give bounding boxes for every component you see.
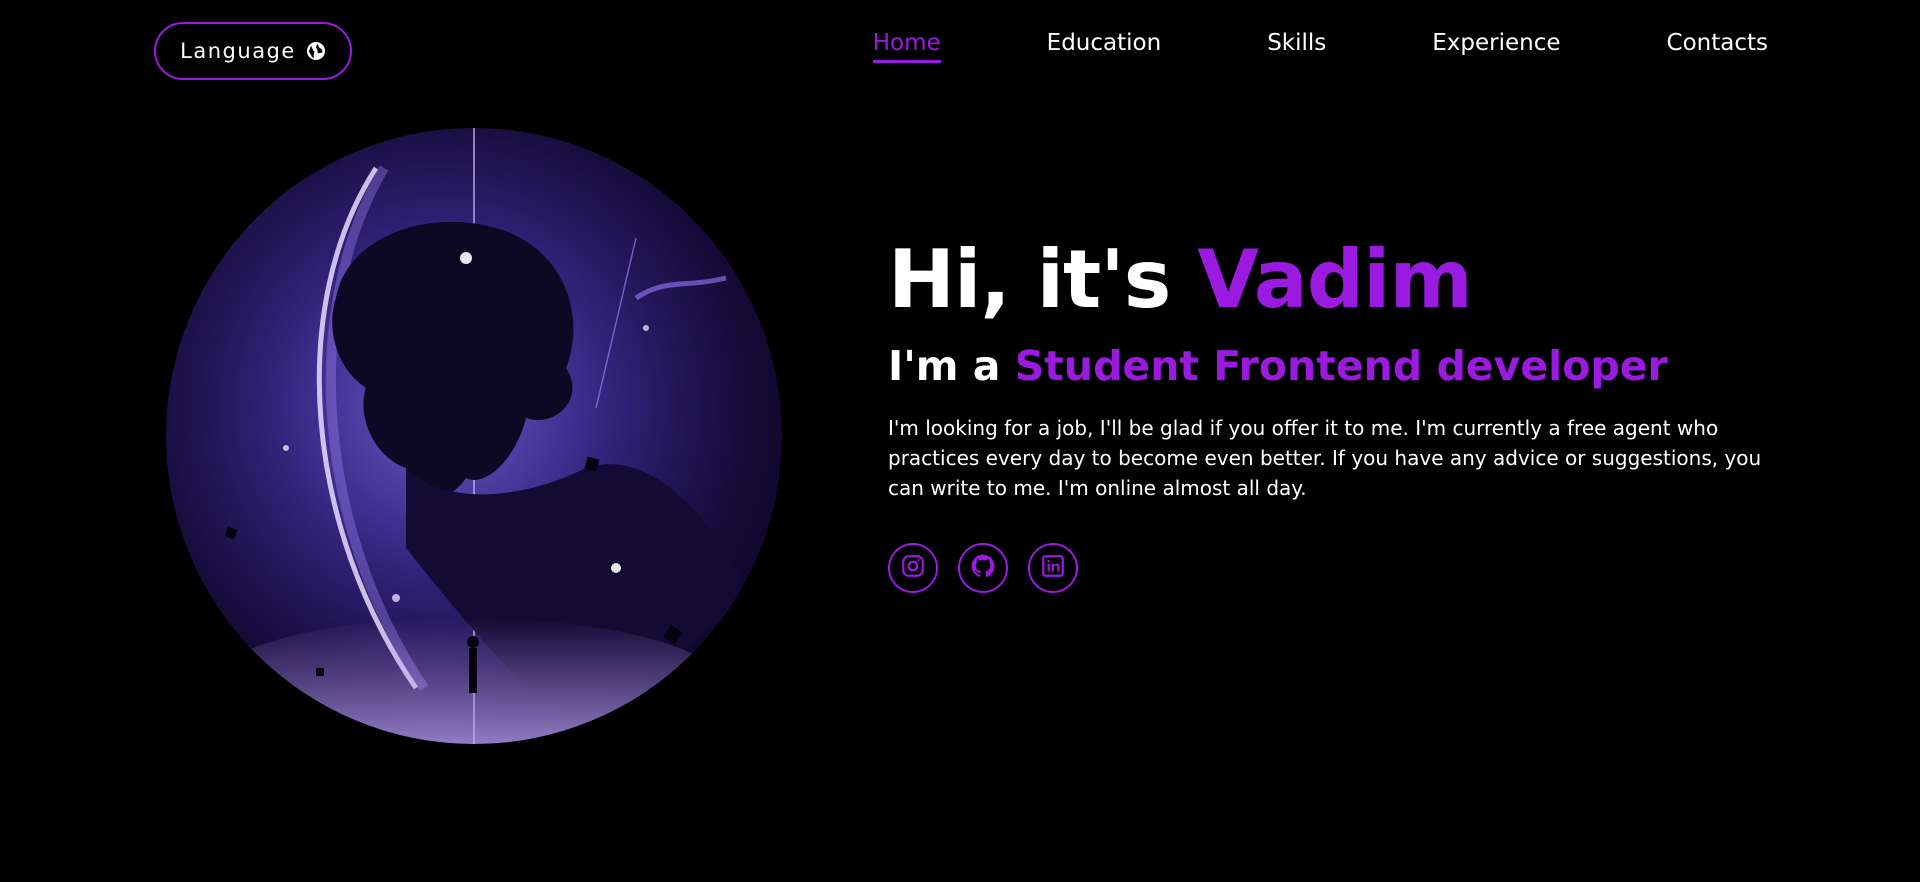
globe-icon bbox=[306, 41, 326, 61]
nav-item-experience[interactable]: Experience bbox=[1432, 30, 1560, 63]
role-title: Student Frontend developer bbox=[1014, 342, 1668, 390]
hero-greeting: Hi, it's Vadim bbox=[888, 240, 1768, 320]
hero-portrait-image bbox=[166, 128, 782, 744]
nav-item-skills[interactable]: Skills bbox=[1267, 30, 1326, 63]
hero-description: I'm looking for a job, I'll be glad if y… bbox=[888, 416, 1762, 501]
linkedin-link[interactable] bbox=[1028, 543, 1078, 594]
social-links bbox=[888, 543, 1768, 594]
nav-item-education[interactable]: Education bbox=[1047, 30, 1162, 63]
instagram-link[interactable] bbox=[888, 543, 938, 594]
hero-name: Vadim bbox=[1197, 233, 1473, 326]
nav-item-contacts[interactable]: Contacts bbox=[1667, 30, 1768, 63]
github-icon bbox=[970, 553, 996, 583]
language-button[interactable]: Language bbox=[154, 22, 352, 80]
hero-text: Hi, it's Vadim I'm a Student Frontend de… bbox=[888, 240, 1768, 594]
page: Language Home Education Skills Experienc… bbox=[0, 0, 1920, 882]
hero-role: I'm a Student Frontend developer bbox=[888, 342, 1768, 390]
linkedin-icon bbox=[1040, 553, 1066, 583]
language-label: Language bbox=[180, 39, 296, 63]
instagram-icon bbox=[900, 553, 926, 583]
role-prefix: I'm a bbox=[888, 342, 1015, 390]
main-nav: Home Education Skills Experience Contact… bbox=[872, 30, 1768, 63]
nav-item-home[interactable]: Home bbox=[872, 30, 941, 63]
greeting-prefix: Hi, it's bbox=[888, 233, 1198, 326]
github-link[interactable] bbox=[958, 543, 1008, 594]
